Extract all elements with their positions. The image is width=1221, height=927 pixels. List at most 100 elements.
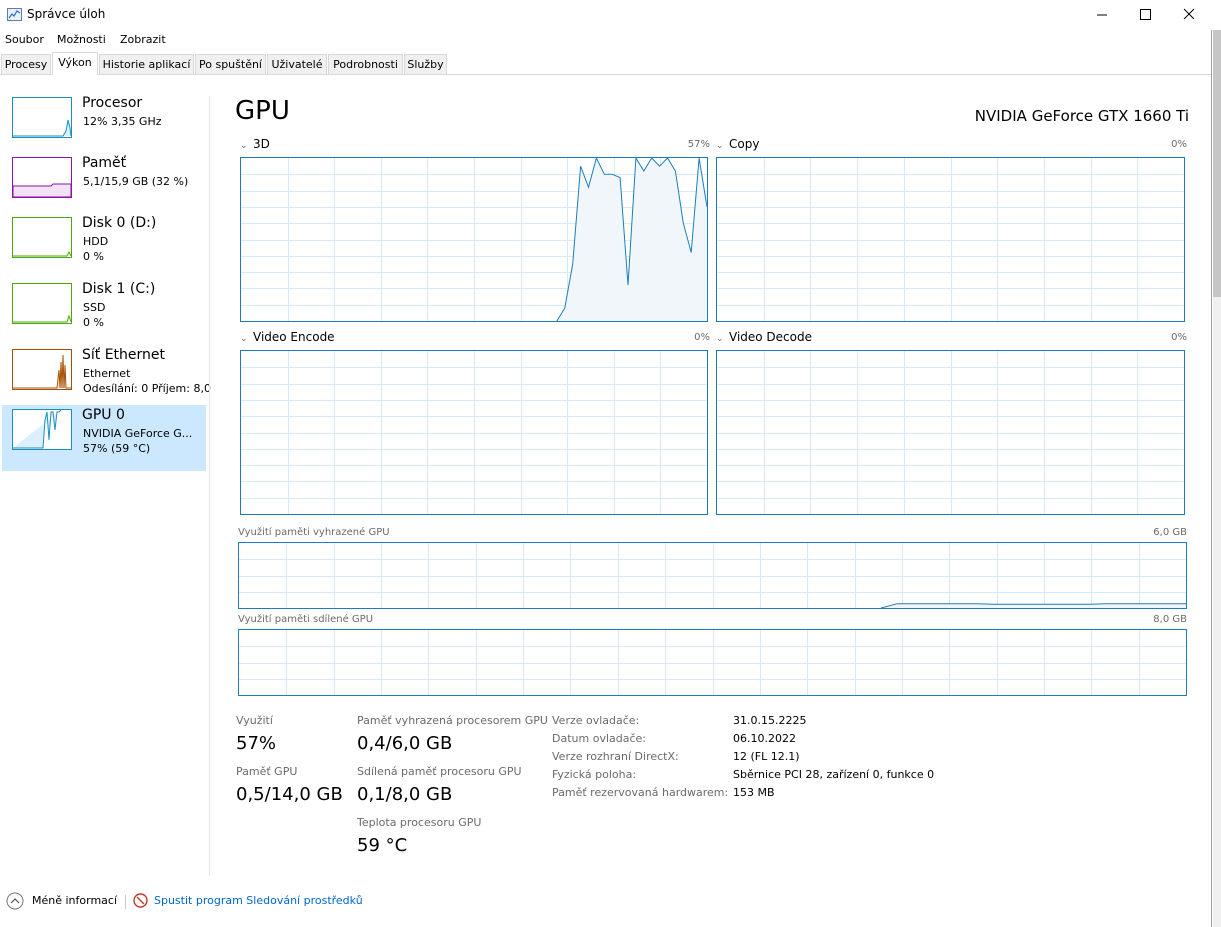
dedicated-memory-max: 6,0 GB bbox=[1153, 527, 1187, 538]
menu-moznosti[interactable]: Možnosti bbox=[57, 33, 106, 46]
gpu-thumbnail bbox=[12, 409, 72, 450]
page-title: GPU bbox=[235, 96, 290, 126]
info-key: Datum ovladače: bbox=[552, 732, 646, 745]
engine-selector-video-decode[interactable]: ⌄ Video Decode bbox=[716, 330, 812, 344]
sidebar-item-procesor[interactable]: Procesor 12% 3,35 GHz bbox=[2, 93, 206, 159]
driver-version: 31.0.15.2225 bbox=[733, 714, 807, 727]
footer-separator bbox=[125, 895, 126, 909]
engine-label: Video Decode bbox=[729, 330, 812, 344]
sidebar-item-detail: 12% 3,35 GHz bbox=[83, 115, 162, 128]
tab-uzivatele[interactable]: Uživatelé bbox=[267, 54, 327, 74]
scrollbar-thumb[interactable] bbox=[1213, 30, 1221, 297]
menu-bar: Soubor Možnosti Zobrazit bbox=[0, 30, 1221, 50]
window-edge bbox=[1211, 30, 1212, 927]
sidebar-item-gpu-0[interactable]: GPU 0 NVIDIA GeForce G... 57% (59 °C) bbox=[2, 405, 206, 471]
title-bar: Správce úloh bbox=[0, 0, 1221, 30]
chevron-down-icon: ⌄ bbox=[716, 334, 724, 344]
sidebar-item-title: Disk 1 (C:) bbox=[82, 281, 156, 297]
menu-soubor[interactable]: Soubor bbox=[5, 33, 44, 46]
engine-percent: 57% bbox=[687, 139, 710, 150]
info-key: Verze rozhraní DirectX: bbox=[552, 750, 679, 763]
sidebar-item-disk-1[interactable]: Disk 1 (C:) SSD 0 % bbox=[2, 279, 206, 345]
engine-selector-copy[interactable]: ⌄ Copy bbox=[716, 137, 759, 151]
sidebar-item-title: Síť Ethernet bbox=[82, 347, 166, 363]
graph-video-decode bbox=[716, 350, 1185, 515]
engine-percent: 0% bbox=[1171, 332, 1187, 343]
dedicated-mem-value: 0,4/6,0 GB bbox=[357, 733, 453, 754]
graph-copy bbox=[716, 157, 1185, 322]
sidebar-item-detail: 5,1/15,9 GB (32 %) bbox=[83, 175, 189, 188]
engine-label: 3D bbox=[253, 137, 270, 151]
chevron-up-circle-icon[interactable] bbox=[6, 892, 24, 910]
shared-memory-label: Využití paměti sdílené GPU bbox=[238, 614, 374, 625]
sidebar-item-title: Disk 0 (D:) bbox=[82, 215, 157, 231]
window-title: Správce úloh bbox=[27, 7, 106, 21]
sidebar-item-detail-2: 0 % bbox=[83, 250, 104, 263]
dedicated-memory-label: Využití paměti vyhrazené GPU bbox=[238, 527, 390, 538]
memory-thumbnail bbox=[12, 157, 72, 198]
sidebar-divider bbox=[209, 96, 210, 876]
sidebar-item-detail-2: 0 % bbox=[83, 316, 104, 329]
utilization-value: 57% bbox=[236, 733, 277, 754]
physical-location: Sběrnice PCI 28, zařízení 0, funkce 0 bbox=[733, 768, 935, 781]
info-key: Paměť rezervovaná hardwarem: bbox=[552, 786, 729, 799]
ethernet-thumbnail bbox=[12, 349, 72, 390]
directx-version: 12 (FL 12.1) bbox=[733, 750, 800, 763]
fewer-details-button[interactable]: Méně informací bbox=[32, 894, 117, 907]
temperature-label: Teplota procesoru GPU bbox=[357, 816, 482, 829]
engine-selector-video-encode[interactable]: ⌄ Video Encode bbox=[240, 330, 335, 344]
sidebar-item-ethernet[interactable]: Síť Ethernet Ethernet Odesílání: 0 Příje… bbox=[2, 345, 211, 411]
tab-historie-aplikaci[interactable]: Historie aplikací bbox=[99, 54, 194, 74]
tab-strip: Procesy Výkon Historie aplikací Po spušt… bbox=[0, 52, 1212, 75]
sidebar-item-detail: SSD bbox=[83, 301, 106, 314]
sidebar-item-disk-0[interactable]: Disk 0 (D:) HDD 0 % bbox=[2, 213, 206, 279]
sidebar-item-detail-2: Odesílání: 0 Příjem: 8,0 bbox=[83, 382, 211, 395]
gpu-memory-label: Paměť GPU bbox=[236, 765, 298, 778]
engine-label: Video Encode bbox=[253, 330, 335, 344]
shared-mem-value: 0,1/8,0 GB bbox=[357, 784, 453, 805]
temperature-value: 59 °C bbox=[357, 835, 408, 856]
gpu-memory-value: 0,5/14,0 GB bbox=[236, 784, 343, 805]
sidebar-item-detail-2: 57% (59 °C) bbox=[83, 442, 151, 455]
graph-video-encode bbox=[240, 350, 708, 515]
open-resource-monitor-link[interactable]: Spustit program Sledování prostředků bbox=[154, 894, 363, 907]
minimize-button[interactable] bbox=[1079, 0, 1125, 30]
driver-date: 06.10.2022 bbox=[733, 732, 796, 745]
tab-procesy[interactable]: Procesy bbox=[1, 54, 51, 74]
engine-percent: 0% bbox=[1171, 139, 1187, 150]
engine-label: Copy bbox=[729, 137, 760, 151]
chevron-down-icon: ⌄ bbox=[716, 141, 724, 151]
graph-shared-memory bbox=[238, 629, 1187, 696]
tab-sluzby[interactable]: Služby bbox=[404, 54, 447, 74]
disk-1-thumbnail bbox=[12, 283, 72, 324]
footer: Méně informací Spustit program Sledování… bbox=[0, 886, 1212, 916]
engine-percent: 0% bbox=[694, 332, 710, 343]
sidebar-item-detail: NVIDIA GeForce G... bbox=[83, 427, 193, 440]
resource-monitor-icon bbox=[133, 893, 148, 908]
disk-0-thumbnail bbox=[12, 217, 72, 258]
graph-3d bbox=[240, 156, 708, 322]
graph-dedicated-memory bbox=[238, 542, 1187, 609]
dedicated-mem-label: Paměť vyhrazená procesorem GPU bbox=[357, 714, 548, 727]
chevron-down-icon: ⌄ bbox=[240, 141, 248, 151]
close-button[interactable] bbox=[1165, 0, 1211, 30]
utilization-label: Využití bbox=[236, 714, 273, 727]
sidebar-item-detail: HDD bbox=[83, 235, 109, 248]
tab-vykon[interactable]: Výkon bbox=[52, 52, 98, 75]
sidebar-item-detail: Ethernet bbox=[83, 367, 131, 380]
cpu-thumbnail bbox=[12, 97, 72, 138]
tab-po-spusteni[interactable]: Po spuštění bbox=[195, 54, 266, 74]
shared-memory-max: 8,0 GB bbox=[1153, 614, 1187, 625]
gpu-model-name: NVIDIA GeForce GTX 1660 Ti bbox=[974, 107, 1189, 125]
tab-podrobnosti[interactable]: Podrobnosti bbox=[328, 54, 403, 74]
sidebar-item-title: Procesor bbox=[82, 95, 143, 111]
info-key: Fyzická poloha: bbox=[552, 768, 637, 781]
menu-zobrazit[interactable]: Zobrazit bbox=[120, 33, 166, 46]
sidebar-item-title: GPU 0 bbox=[82, 407, 125, 423]
maximize-button[interactable] bbox=[1122, 0, 1168, 30]
sidebar-item-title: Paměť bbox=[82, 155, 127, 171]
shared-mem-label: Sdílená paměť procesoru GPU bbox=[357, 765, 522, 778]
engine-selector-3d[interactable]: ⌄ 3D bbox=[240, 137, 270, 151]
sidebar-item-pamet[interactable]: Paměť 5,1/15,9 GB (32 %) bbox=[2, 153, 206, 219]
chevron-down-icon: ⌄ bbox=[240, 334, 248, 344]
